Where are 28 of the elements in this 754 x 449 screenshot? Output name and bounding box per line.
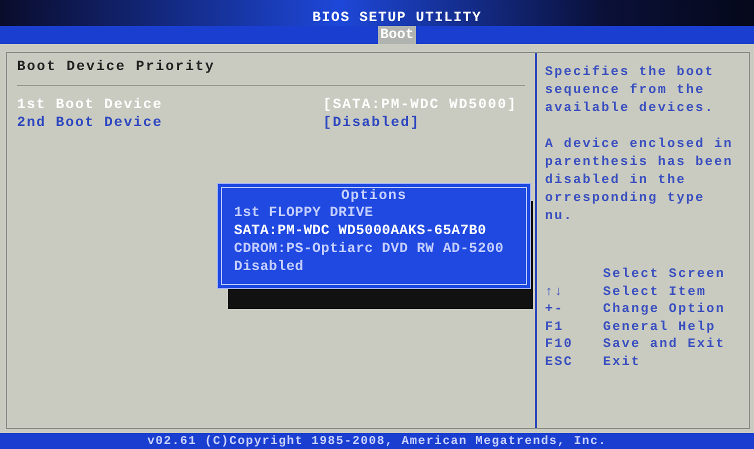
key-action: General Help xyxy=(603,318,716,335)
section-title: Boot Device Priority xyxy=(17,59,216,75)
key-action: Change Option xyxy=(603,300,726,318)
option-item[interactable]: CDROM:PS-Optiarc DVD RW AD-5200 xyxy=(234,240,514,258)
option-item[interactable]: 1st FLOPPY DRIVE xyxy=(234,204,514,222)
help-text: sequence from the xyxy=(545,82,705,97)
key-action: Exit xyxy=(603,352,641,370)
key-action: Save and Exit xyxy=(603,335,726,352)
option-item[interactable]: SATA:PM-WDC WD5000AAKS-65A7B0 xyxy=(234,222,514,240)
key-action: Select Item xyxy=(603,282,706,300)
help-text: Specifies the boot xyxy=(545,64,714,79)
key-action: Select Screen xyxy=(603,265,726,282)
key-label: F10 xyxy=(545,336,574,351)
window-title: BIOS SETUP UTILITY xyxy=(311,10,482,26)
copyright-text: v02.61 (C)Copyright 1985-2008, American Megatrends, Inc. xyxy=(147,434,607,448)
popup-title: Options xyxy=(340,188,408,204)
help-text: A device enclosed in xyxy=(545,136,734,151)
key-label: +- xyxy=(545,301,564,316)
help-text: orresponding type xyxy=(545,190,705,205)
key-label: ↑↓ xyxy=(545,284,564,298)
help-text: disabled in the xyxy=(545,172,686,187)
key-label: ESC xyxy=(545,354,574,368)
help-text: parenthesis has been xyxy=(545,154,734,169)
option-item[interactable]: Disabled xyxy=(234,258,514,276)
boot-setting-row[interactable]: 2nd Boot Device [Disabled] xyxy=(17,114,525,132)
help-text: nu. xyxy=(545,208,574,223)
key-label: F1 xyxy=(545,318,564,334)
help-text: available devices. xyxy=(545,100,714,115)
